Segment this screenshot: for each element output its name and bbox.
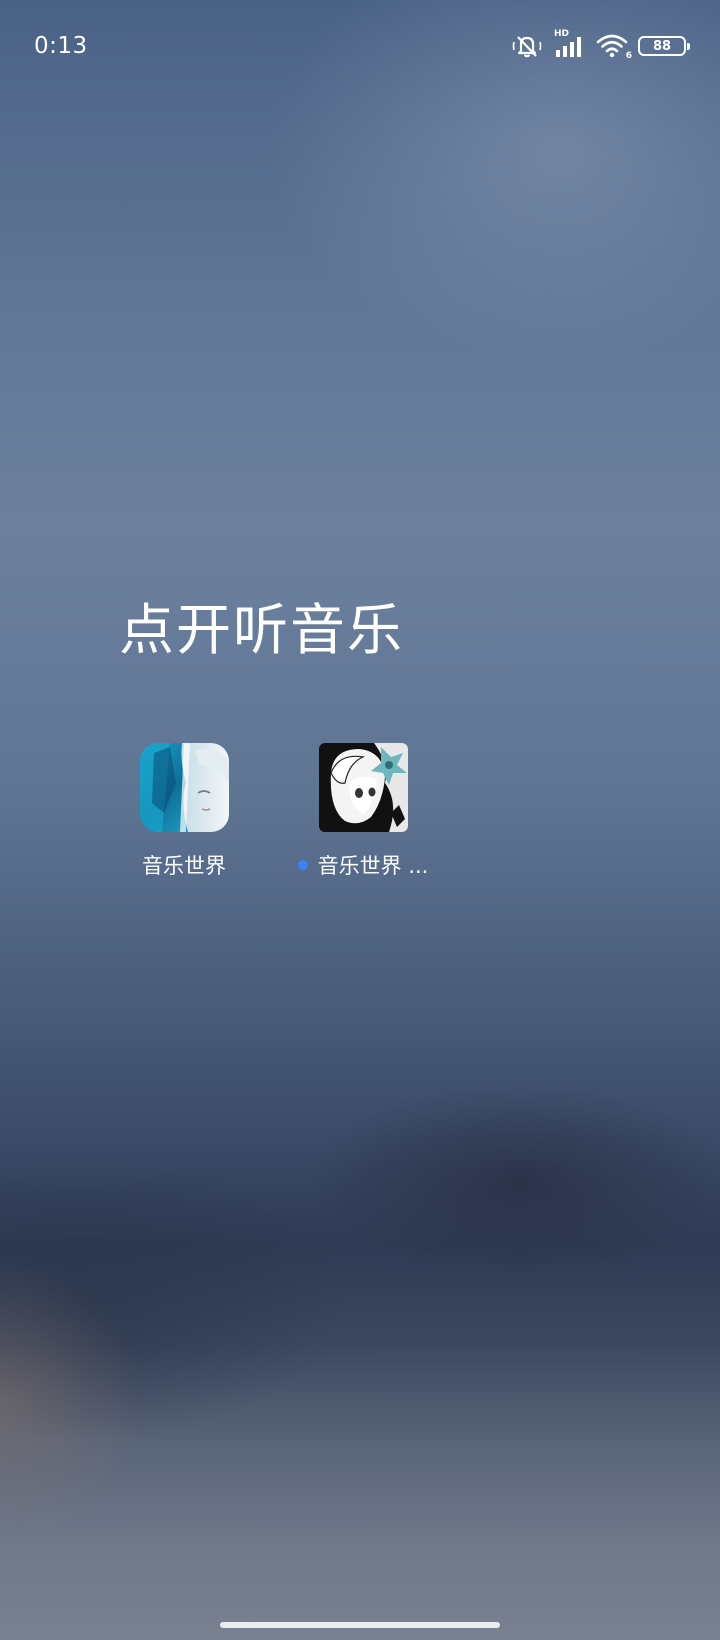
status-icons: HD 6 88 <box>512 29 690 61</box>
status-bar: 0:13 HD 6 88 <box>34 28 690 64</box>
status-time: 0:13 <box>34 33 88 59</box>
hd-label: HD <box>554 29 570 39</box>
battery-level: 88 <box>652 38 672 54</box>
app-label: 音乐世界 <box>142 854 226 878</box>
battery-icon: 88 <box>638 36 690 56</box>
app-label: 音乐世界 ... <box>297 850 428 880</box>
muted-bell-icon <box>512 33 542 59</box>
cell-signal-icon: HD <box>552 29 586 59</box>
app-music-world-2[interactable]: 音乐世界 ... <box>273 743 453 880</box>
app-music-world[interactable]: 音乐世界 <box>94 743 274 880</box>
home-indicator[interactable] <box>220 1622 500 1628</box>
wifi-icon: 6 <box>596 33 632 61</box>
anime-girl-app-icon[interactable] <box>318 743 408 832</box>
crystal-girl-app-icon[interactable] <box>139 743 229 832</box>
folder-title[interactable]: 点开听音乐 <box>119 585 404 665</box>
wifi-badge: 6 <box>625 51 632 61</box>
new-install-dot <box>297 860 308 870</box>
